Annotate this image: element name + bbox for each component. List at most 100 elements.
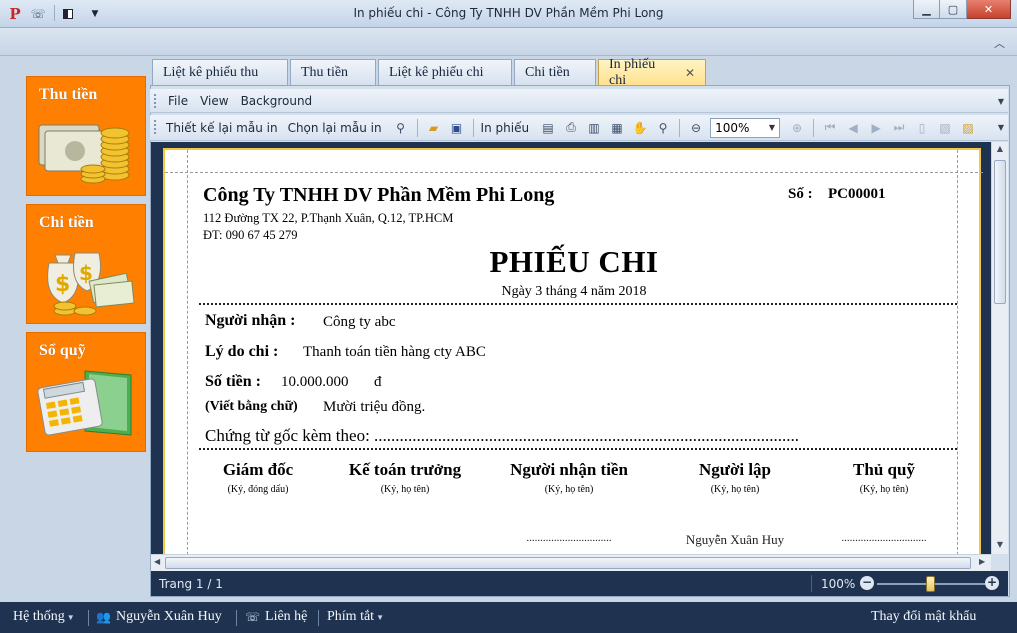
title-bar: P ☏ ▼ In phiếu chi - Công Ty TNHH DV Phầ… <box>0 0 1017 28</box>
amount-words-value: Mười triệu đồng. <box>323 399 426 415</box>
tile-thu-tien[interactable]: Thu tiền <box>26 76 146 196</box>
voucher-title: PHIẾU CHI <box>489 244 659 279</box>
signature-note: (Ký, họ tên) <box>859 484 909 495</box>
current-user-label: Nguyễn Xuân Huy <box>115 609 222 624</box>
status-separator <box>236 610 237 626</box>
voucher-number-label: Số : <box>788 186 813 202</box>
tile-label: Thu tiền <box>39 86 98 103</box>
toolbar-overflow-icon[interactable]: ▼ <box>998 97 1004 106</box>
scroll-up-icon[interactable]: ▲ <box>992 144 1008 153</box>
magnifier-icon[interactable]: ⚲ <box>654 119 672 137</box>
choose-template-button[interactable]: Chọn lại mẫu in <box>288 121 382 135</box>
zoom-slider-thumb[interactable] <box>926 576 935 592</box>
zoom-value: 100% <box>715 120 750 135</box>
menu-view[interactable]: View <box>200 94 228 108</box>
money-bags-icon: $ $ <box>47 252 135 316</box>
window-controls: ▁ ▢ ✕ <box>913 0 1011 19</box>
contact-link[interactable]: ☏ Liên hệ <box>245 609 307 625</box>
current-user[interactable]: 👥 Nguyễn Xuân Huy <box>96 609 222 625</box>
signature-role: Người lập <box>698 460 772 479</box>
zoom-out-icon[interactable]: − <box>860 576 874 590</box>
signature-note: (Ký, họ tên) <box>710 484 760 495</box>
zoom-out-icon[interactable]: ⊖ <box>687 119 705 137</box>
tab-label: In phiếu chi <box>609 56 656 88</box>
status-separator <box>88 610 89 626</box>
tab-thu-tien[interactable]: Thu tiền <box>290 59 376 85</box>
binoculars-icon[interactable]: ⚲ <box>392 119 410 137</box>
first-page-icon[interactable]: ⏮ <box>821 119 839 137</box>
tab-in-phieu-chi[interactable]: In phiếu chi ✕ <box>598 57 706 88</box>
close-tab-icon[interactable]: ✕ <box>685 66 695 80</box>
menu-background[interactable]: Background <box>241 94 313 108</box>
scroll-left-icon[interactable]: ◀ <box>154 557 160 566</box>
signature-note: (Ký, họ tên) <box>544 484 594 495</box>
design-template-button[interactable]: Thiết kế lại mẫu in <box>166 121 278 135</box>
change-password-link[interactable]: Thay đổi mật khẩu <box>871 609 976 625</box>
tile-so-quy[interactable]: Sổ quỹ <box>26 332 146 452</box>
receiver-label: Người nhận : <box>205 312 296 329</box>
amount-words-label: (Viết bằng chữ) <box>205 399 298 414</box>
last-page-icon[interactable]: ⏭ <box>890 119 908 137</box>
voucher-date: Ngày 3 tháng 4 năm 2018 <box>501 284 647 299</box>
chevron-down-icon: ▼ <box>768 123 776 132</box>
page-setup-icon[interactable]: ▤ <box>539 119 557 137</box>
printer-icon[interactable]: ⎙ <box>562 119 580 137</box>
next-page-icon[interactable]: ▶ <box>867 119 885 137</box>
minimize-icon[interactable]: ▁ <box>913 0 940 19</box>
tile-chi-tien[interactable]: Chi tiền $ $ <box>26 204 146 324</box>
vertical-scrollbar[interactable]: ▲ ▼ <box>991 142 1008 554</box>
zoom-in-icon[interactable]: ⊕ <box>788 119 806 137</box>
document-tabs: Liệt kê phiếu thu Thu tiền Liệt kê phiếu… <box>152 57 708 88</box>
tab-label: Chi tiền <box>525 64 570 80</box>
cash-coins-icon <box>38 124 130 184</box>
toolbar-overflow-icon[interactable]: ▼ <box>998 123 1004 132</box>
scroll-thumb[interactable] <box>165 557 971 569</box>
fit-page-icon[interactable]: ▦ <box>608 119 626 137</box>
quick-print-icon[interactable]: ▥ <box>585 119 603 137</box>
print-preview-area[interactable]: Công Ty TNHH DV Phần Mềm Phi Long 112 Đư… <box>151 142 991 554</box>
chevron-down-icon: ▼ <box>376 612 384 622</box>
shortcuts-label: Phím tắt <box>327 609 375 624</box>
menu-file[interactable]: File <box>168 94 188 108</box>
multi-page-icon[interactable]: ▯ <box>913 119 931 137</box>
tab-chi-tien[interactable]: Chi tiền <box>514 59 596 85</box>
status-separator <box>811 575 812 592</box>
toolbar-grip-icon[interactable] <box>154 120 157 134</box>
scroll-thumb[interactable] <box>994 160 1006 304</box>
signature-note: (Ký, đóng dấu) <box>227 484 289 495</box>
signature-role: Người nhận tiền <box>510 460 628 479</box>
company-phone: ĐT: 090 67 45 279 <box>203 228 298 242</box>
ribbon-collapse-icon[interactable]: ︿ <box>994 35 1005 51</box>
receiver-value: Công ty abc <box>323 314 396 330</box>
tile-label: Chi tiền <box>39 214 94 231</box>
toolbar-separator <box>679 118 681 137</box>
watermark-icon[interactable]: ▨ <box>959 119 977 137</box>
tab-liet-ke-phieu-chi[interactable]: Liệt kê phiếu chi <box>378 59 512 85</box>
dotted-divider <box>199 303 957 305</box>
zoom-in-icon[interactable]: + <box>985 576 999 590</box>
amount-label: Số tiền : <box>205 373 261 390</box>
tab-liet-ke-phieu-thu[interactable]: Liệt kê phiếu thu <box>152 59 288 85</box>
previous-page-icon[interactable]: ◀ <box>844 119 862 137</box>
open-folder-icon[interactable]: ▰ <box>425 119 443 137</box>
voucher-number: PC00001 <box>828 186 886 202</box>
print-voucher-button[interactable]: In phiếu <box>481 121 530 135</box>
attached-documents: Chứng từ gốc kèm theo: .................… <box>205 426 800 445</box>
toolbar-separator <box>416 118 418 137</box>
zoom-select[interactable]: 100% ▼ <box>710 117 781 138</box>
horizontal-scrollbar[interactable]: ◀ ▶ <box>151 554 991 571</box>
scroll-right-icon[interactable]: ▶ <box>979 557 985 566</box>
chevron-down-icon: ▼ <box>66 612 75 622</box>
scroll-down-icon[interactable]: ▼ <box>992 540 1008 549</box>
save-icon[interactable]: ▣ <box>448 119 466 137</box>
system-menu[interactable]: Hệ thống ▼ <box>13 609 75 625</box>
hand-tool-icon[interactable]: ✋ <box>631 119 649 137</box>
close-window-icon[interactable]: ✕ <box>967 0 1011 19</box>
shortcuts-menu[interactable]: Phím tắt ▼ <box>327 609 384 625</box>
toolbar-grip-icon[interactable] <box>154 94 157 108</box>
page-color-icon[interactable]: ▧ <box>936 119 954 137</box>
reason-label: Lý do chi : <box>205 343 279 360</box>
tab-label: Liệt kê phiếu chi <box>389 64 484 80</box>
maximize-icon[interactable]: ▢ <box>940 0 967 19</box>
signature-note: (Ký, họ tên) <box>380 484 430 495</box>
